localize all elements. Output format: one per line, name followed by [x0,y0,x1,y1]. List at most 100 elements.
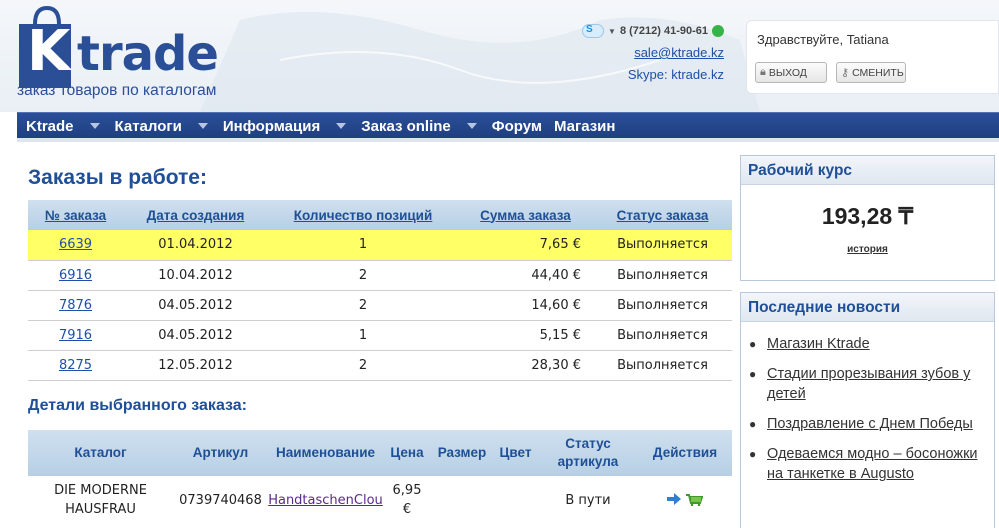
order-number-cell: 7916 [28,320,123,351]
size-cell [431,476,493,524]
chevron-down-icon[interactable]: ▼ [608,27,616,36]
table-row[interactable]: 8275 12.05.2012 2 28,30 € Выполняется [28,350,732,381]
orders-header-row: № заказа Дата создания Количество позици… [28,200,732,230]
logout-button[interactable]: 🔒︎ выход [755,62,827,83]
nav-item-info[interactable]: Информация [223,118,361,135]
phone-number: 8 (7212) 41-90-61 [619,25,708,37]
sum-cell: 28,30 € [458,350,593,381]
bullet: ● [749,337,757,351]
count-cell: 2 [268,290,458,321]
sum-cell: 5,15 € [458,320,593,351]
change-user-button[interactable]: ⚷ сменить [836,62,906,83]
history-link[interactable]: история [741,244,994,255]
sum-cell: 14,60 € [458,290,593,321]
col-actions: Действия [638,430,732,476]
cart-icon[interactable] [685,492,703,506]
order-link[interactable]: 6639 [59,237,92,252]
list-item: ● Стадии прорезывания зубов у детей [749,364,986,404]
nav-label: Заказ online [361,117,451,135]
order-number-cell: 6916 [28,260,123,291]
status-cell: Выполняется [593,320,732,351]
skype-contact: Skype: ktrade.kz [627,67,724,82]
table-row[interactable]: 6916 10.04.2012 2 44,40 € Выполняется [28,260,732,291]
count-cell: 1 [268,230,458,261]
actions-cell [638,476,732,524]
nav-label: Форум [491,117,542,135]
news-link[interactable]: Стадии прорезывания зубов у детей [767,364,986,404]
skype-icon[interactable] [582,24,605,38]
date-cell: 10.04.2012 [123,260,268,291]
bullet: ● [749,417,757,431]
list-item: ● Одеваемся модно – босоножки на танкетке… [749,444,986,484]
phone-row: ▼ 8 (7212) 41-90-61 [582,22,724,40]
table-row[interactable]: 7876 04.05.2012 2 14,60 € Выполняется [28,290,732,321]
col-item-count[interactable]: Количество позиций [268,200,458,230]
phone-icon[interactable] [712,25,724,37]
date-cell: 04.05.2012 [123,320,268,351]
col-order-status[interactable]: Статус заказа [593,200,732,230]
rate-title: Рабочий курс [741,156,994,185]
order-link[interactable]: 6916 [59,268,92,283]
col-article: Артикул [173,430,268,476]
email-link[interactable]: sale@ktrade.kz [582,45,724,60]
main-nav: Ktrade Каталоги Информация Заказ online … [17,112,999,138]
col-created-date[interactable]: Дата создания [123,200,268,230]
count-cell: 2 [268,260,458,291]
news-box: Последние новости ● Магазин Ktrade ● Стади… [740,292,995,528]
nav-item-forum[interactable]: Форум [492,118,542,135]
item-link[interactable]: HandtaschenClou [268,493,383,508]
details-header-row: Каталог Артикул Наименование Цена Размер… [28,430,732,476]
nav-item-ktrade[interactable]: Ktrade [17,118,115,135]
chevron-down-icon [336,123,347,129]
catalog-cell: DIE MODERNE HAUSFRAU [54,483,147,517]
table-row[interactable]: 7916 04.05.2012 1 5,15 € Выполняется [28,320,732,351]
lock-icon: 🔒︎ [760,66,766,78]
logo[interactable]: K trade заказ товаров по каталогам [17,2,237,102]
col-color: Цвет [493,430,538,476]
table-row[interactable]: 6639 01.04.2012 1 7,65 € Выполняется [28,230,732,261]
orders-table: № заказа Дата создания Количество позици… [28,200,732,381]
news-link[interactable]: Одеваемся модно – босоножки на танкетке … [767,444,986,484]
nav-item-order-online[interactable]: Заказ online [361,118,492,135]
count-cell: 1 [268,320,458,351]
news-title: Последние новости [741,293,994,322]
price-cell: 6,95 € [392,483,422,517]
name-cell: HandtaschenClou [268,476,383,524]
count-cell: 2 [268,350,458,381]
article-cell: 0739740468 [179,492,262,508]
greeting: Здравствуйте, Tatiana [757,32,889,47]
logout-label: выход [768,66,807,79]
contacts: ▼ 8 (7212) 41-90-61 sale@ktrade.kz Skype… [582,22,724,82]
status-cell: Выполняется [593,350,732,381]
order-number-cell: 8275 [28,350,123,381]
nav-item-shop[interactable]: Магазин [554,118,616,135]
list-item: ● Поздравление с Днем Победы [749,414,986,434]
details-table: Каталог Артикул Наименование Цена Размер… [28,430,732,524]
col-order-number[interactable]: № заказа [28,200,123,230]
news-link[interactable]: Магазин Ktrade [767,334,870,354]
list-item: ● Магазин Ktrade [749,334,986,354]
news-link[interactable]: Поздравление с Днем Победы [767,414,973,434]
order-link[interactable]: 8275 [59,358,92,373]
nav-label: Каталоги [114,117,182,135]
news-list: ● Магазин Ktrade ● Стадии прорезывания зуб… [741,322,994,484]
arrow-right-icon[interactable] [667,492,681,505]
col-price: Цена [383,430,431,476]
logo-tagline: заказ товаров по каталогам [17,82,217,99]
sum-cell: 7,65 € [458,230,593,261]
order-link[interactable]: 7876 [59,298,92,313]
user-box: Здравствуйте, Tatiana 🔒︎ выход ⚷ сменить [746,20,999,94]
key-icon: ⚷ [841,67,850,79]
col-catalog: Каталог [28,430,173,476]
status-cell: Выполняется [593,230,732,261]
bullet: ● [749,367,757,381]
order-number-cell: 7876 [28,290,123,321]
header: K trade заказ товаров по каталогам ▼ 8 (… [0,0,999,112]
nav-label: Ktrade [26,117,74,135]
col-order-sum[interactable]: Сумма заказа [458,200,593,230]
date-cell: 01.04.2012 [123,230,268,261]
change-label: сменить [852,66,904,79]
nav-item-catalogs[interactable]: Каталоги [115,118,223,135]
order-link[interactable]: 7916 [59,328,92,343]
col-name: Наименование [268,430,383,476]
